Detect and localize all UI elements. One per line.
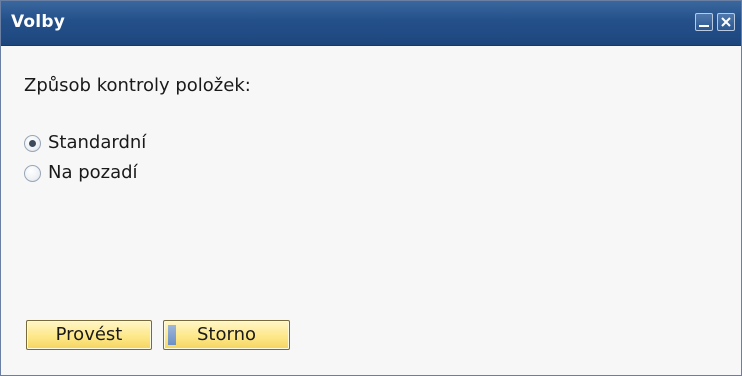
execute-button[interactable]: Provést (26, 320, 152, 350)
check-mode-label: Způsob kontroly položek: (24, 75, 251, 96)
minimize-icon[interactable] (695, 13, 713, 31)
options-dialog: Volby Způsob kontroly položek: Standardn… (0, 0, 742, 376)
cancel-button-label: Storno (196, 324, 256, 345)
window-title: Volby (11, 12, 65, 32)
radio-button-standard[interactable] (24, 135, 41, 152)
radio-selected-dot (29, 140, 36, 147)
title-bar[interactable]: Volby (1, 1, 741, 46)
close-icon[interactable] (717, 13, 735, 31)
radio-label-standard[interactable]: Standardní (48, 132, 146, 153)
radio-button-background[interactable] (24, 165, 41, 182)
radio-label-background[interactable]: Na pozadí (48, 162, 138, 183)
cancel-button[interactable]: Storno (163, 320, 290, 350)
